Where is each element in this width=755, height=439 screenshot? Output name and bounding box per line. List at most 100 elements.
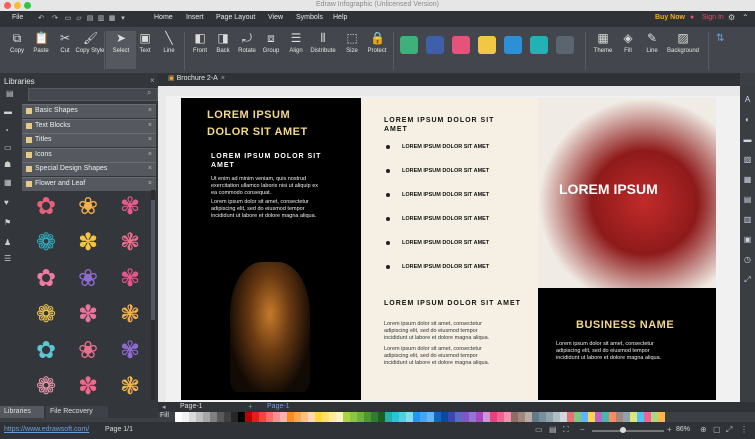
settings-icon[interactable]: ⚙ <box>728 13 735 22</box>
flower-shape-icon[interactable]: ✾ <box>117 194 143 220</box>
align-button[interactable]: ☰ Align <box>281 31 311 54</box>
menu-help[interactable]: Help <box>333 14 347 21</box>
flower-shape-icon[interactable]: ✿ <box>33 266 59 292</box>
menu-insert[interactable]: Insert <box>186 14 204 21</box>
palette-color[interactable] <box>378 412 385 422</box>
zoom-fit-icon[interactable]: ⊕ <box>700 425 707 434</box>
layers-icon[interactable]: ☰ <box>4 254 20 266</box>
close-icon[interactable]: × <box>148 136 152 143</box>
chart-icon[interactable]: ▦ <box>4 178 20 190</box>
close-icon[interactable]: × <box>148 151 152 158</box>
library-search-input[interactable] <box>28 88 158 101</box>
add-page-icon[interactable]: + <box>248 402 253 411</box>
library-category[interactable]: Basic Shapes × <box>22 104 156 118</box>
palette-color[interactable] <box>329 412 336 422</box>
line-style-button[interactable]: ✎ Line <box>637 31 667 54</box>
layers-icon[interactable]: ▦ <box>742 174 753 185</box>
text-format-icon[interactable]: A <box>742 94 753 105</box>
flower-shape-icon[interactable]: ✽ <box>75 374 101 400</box>
close-icon[interactable]: × <box>148 165 152 172</box>
palette-color[interactable] <box>266 412 273 422</box>
zoom-out-icon[interactable]: − <box>580 425 585 434</box>
style-swatch[interactable] <box>504 36 522 54</box>
flower-shape-icon[interactable]: ❀ <box>75 266 101 292</box>
palette-color[interactable] <box>273 412 280 422</box>
grid-icon[interactable]: ▤ <box>742 194 753 205</box>
palette-color[interactable] <box>441 412 448 422</box>
palette-color[interactable] <box>567 412 574 422</box>
palette-color[interactable] <box>476 412 483 422</box>
sign-in-button[interactable]: Sign In <box>702 14 724 21</box>
palette-color[interactable] <box>413 412 420 422</box>
palette-color[interactable] <box>343 412 350 422</box>
palette-color[interactable] <box>245 412 252 422</box>
palette-color[interactable] <box>371 412 378 422</box>
palette-color[interactable] <box>469 412 476 422</box>
search-icon[interactable]: ⌕ <box>147 88 151 98</box>
palette-color[interactable] <box>315 412 322 422</box>
fit-width-icon[interactable]: ▤ <box>549 425 557 434</box>
palette-color[interactable] <box>350 412 357 422</box>
flower-shape-icon[interactable]: ❃ <box>117 230 143 256</box>
style-swatch[interactable] <box>426 36 444 54</box>
style-swatch[interactable] <box>400 36 418 54</box>
close-icon[interactable]: × <box>150 76 155 85</box>
palette-color[interactable] <box>630 412 637 422</box>
palette-color[interactable] <box>546 412 553 422</box>
heart-icon[interactable]: ♥ <box>4 198 20 210</box>
palette-color[interactable] <box>231 412 238 422</box>
palette-color[interactable] <box>497 412 504 422</box>
palette-color[interactable] <box>175 412 182 422</box>
palette-color[interactable] <box>287 412 294 422</box>
palette-color[interactable] <box>322 412 329 422</box>
library-category[interactable]: Titles × <box>22 133 156 147</box>
flower-shape-icon[interactable]: ✿ <box>33 338 59 364</box>
palette-color[interactable] <box>210 412 217 422</box>
full-screen-icon[interactable]: ⛶ <box>563 425 569 435</box>
expand-icon[interactable]: ⤢ <box>742 274 753 285</box>
palette-color[interactable] <box>224 412 231 422</box>
flag-icon[interactable]: ⚑ <box>4 218 20 230</box>
flower-shape-icon[interactable]: ❁ <box>33 230 59 256</box>
flower-shape-icon[interactable]: ❁ <box>33 302 59 328</box>
palette-color[interactable] <box>280 412 287 422</box>
library-menu-icon[interactable]: ▤ <box>6 89 14 98</box>
menu-view[interactable]: View <box>268 14 283 21</box>
close-icon[interactable]: × <box>148 122 152 129</box>
document-tab[interactable]: ▣ Brochure 2-A × <box>168 74 225 86</box>
copy-style-button[interactable]: 🖌 Copy Style <box>75 31 105 54</box>
history-icon[interactable]: ◷ <box>742 254 753 265</box>
print-icon[interactable]: ▥ <box>97 14 105 23</box>
zoom-slider[interactable] <box>592 430 664 432</box>
distribute-button[interactable]: ⫴ Distribute <box>308 31 338 54</box>
flower-shape-icon[interactable]: ❃ <box>117 302 143 328</box>
bookmark-icon[interactable]: ▭ <box>4 143 20 155</box>
menu-page-layout[interactable]: Page Layout <box>216 14 255 21</box>
palette-color[interactable] <box>203 412 210 422</box>
save-icon[interactable]: ▤ <box>86 14 94 23</box>
palette-color[interactable] <box>448 412 455 422</box>
palette-color[interactable] <box>511 412 518 422</box>
close-icon[interactable]: × <box>221 75 225 82</box>
more-icon[interactable]: ⋮ <box>740 425 748 434</box>
redo-icon[interactable]: ↷ <box>51 14 59 23</box>
palette-color[interactable] <box>385 412 392 422</box>
style-swatch[interactable] <box>556 36 574 54</box>
new-icon[interactable]: ▭ <box>64 14 72 23</box>
palette-color[interactable] <box>483 412 490 422</box>
palette-color[interactable] <box>189 412 196 422</box>
palette-color[interactable] <box>609 412 616 422</box>
flower-shape-icon[interactable]: ✾ <box>117 266 143 292</box>
palette-color[interactable] <box>294 412 301 422</box>
users-icon[interactable]: ☗ <box>4 160 20 172</box>
palette-color[interactable] <box>196 412 203 422</box>
palette-color[interactable] <box>553 412 560 422</box>
library-category[interactable]: Flower and Leaf × <box>22 176 156 191</box>
menu-file[interactable]: File <box>12 14 23 21</box>
palette-color[interactable] <box>259 412 266 422</box>
flower-shape-icon[interactable]: ❁ <box>33 374 59 400</box>
image-icon[interactable]: ▨ <box>742 154 753 165</box>
palette-color[interactable] <box>539 412 546 422</box>
open-icon[interactable]: ▱ <box>75 14 83 23</box>
palette-color[interactable] <box>406 412 413 422</box>
